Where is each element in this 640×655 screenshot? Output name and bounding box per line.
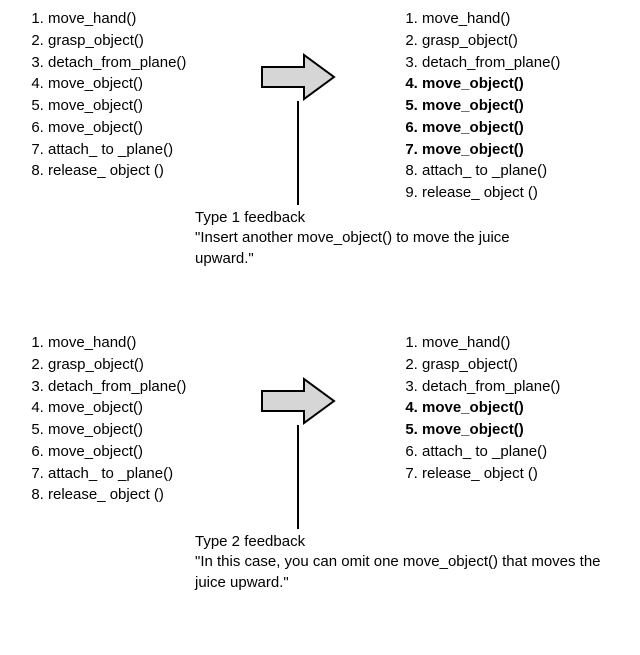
left-list: move_hand()grasp_object()detach_from_pla… [10,8,186,182]
list-item: detach_from_plane() [422,376,560,398]
list-item: detach_from_plane() [48,376,186,398]
list-item: attach_ to _plane() [422,441,560,463]
right-list: move_hand()grasp_object()detach_from_pla… [384,332,560,484]
list-item: move_object() [422,397,560,419]
list-item: move_hand() [48,8,186,30]
feedback-caption: Type 2 feedback"In this case, you can om… [195,532,635,593]
list-item: move_object() [48,441,186,463]
list-item: grasp_object() [422,354,560,376]
right-column: move_hand()grasp_object()detach_from_pla… [384,8,560,204]
list-item: move_object() [48,73,186,95]
connector-line [297,425,299,529]
caption-title: Type 1 feedback [195,208,555,228]
list-item: grasp_object() [422,30,560,52]
list-item: attach_ to _plane() [48,139,186,161]
list-item: move_object() [48,419,186,441]
example-2: move_hand()grasp_object()detach_from_pla… [0,310,640,650]
list-item: release_ object () [422,463,560,485]
list-item: move_hand() [422,8,560,30]
caption-body: "Insert another move_object() to move th… [195,228,555,269]
list-item: attach_ to _plane() [48,463,186,485]
right-list: move_hand()grasp_object()detach_from_pla… [384,8,560,204]
list-item: move_object() [422,419,560,441]
list-item: move_object() [48,117,186,139]
list-item: move_object() [422,95,560,117]
list-item: move_object() [48,397,186,419]
list-item: release_ object () [48,160,186,182]
right-column: move_hand()grasp_object()detach_from_pla… [384,332,560,484]
list-item: move_object() [422,139,560,161]
example-1: move_hand()grasp_object()detach_from_pla… [0,0,640,310]
list-item: grasp_object() [48,30,186,52]
arrow-block [218,53,378,205]
list-item: move_hand() [48,332,186,354]
left-column: move_hand()grasp_object()detach_from_pla… [10,8,186,182]
list-item: release_ object () [48,484,186,506]
list-item: detach_from_plane() [48,52,186,74]
list-item: detach_from_plane() [422,52,560,74]
caption-body: "In this case, you can omit one move_obj… [195,552,635,593]
list-item: grasp_object() [48,354,186,376]
arrow-icon [260,53,336,101]
caption-title: Type 2 feedback [195,532,635,552]
feedback-caption: Type 1 feedback"Insert another move_obje… [195,208,555,269]
list-item: move_object() [422,117,560,139]
list-item: move_object() [48,95,186,117]
list-item: attach_ to _plane() [422,160,560,182]
list-item: release_ object () [422,182,560,204]
left-column: move_hand()grasp_object()detach_from_pla… [10,332,186,506]
left-list: move_hand()grasp_object()detach_from_pla… [10,332,186,506]
list-item: move_object() [422,73,560,95]
list-item: move_hand() [422,332,560,354]
connector-line [297,101,299,205]
arrow-icon [260,377,336,425]
arrow-block [218,377,378,529]
